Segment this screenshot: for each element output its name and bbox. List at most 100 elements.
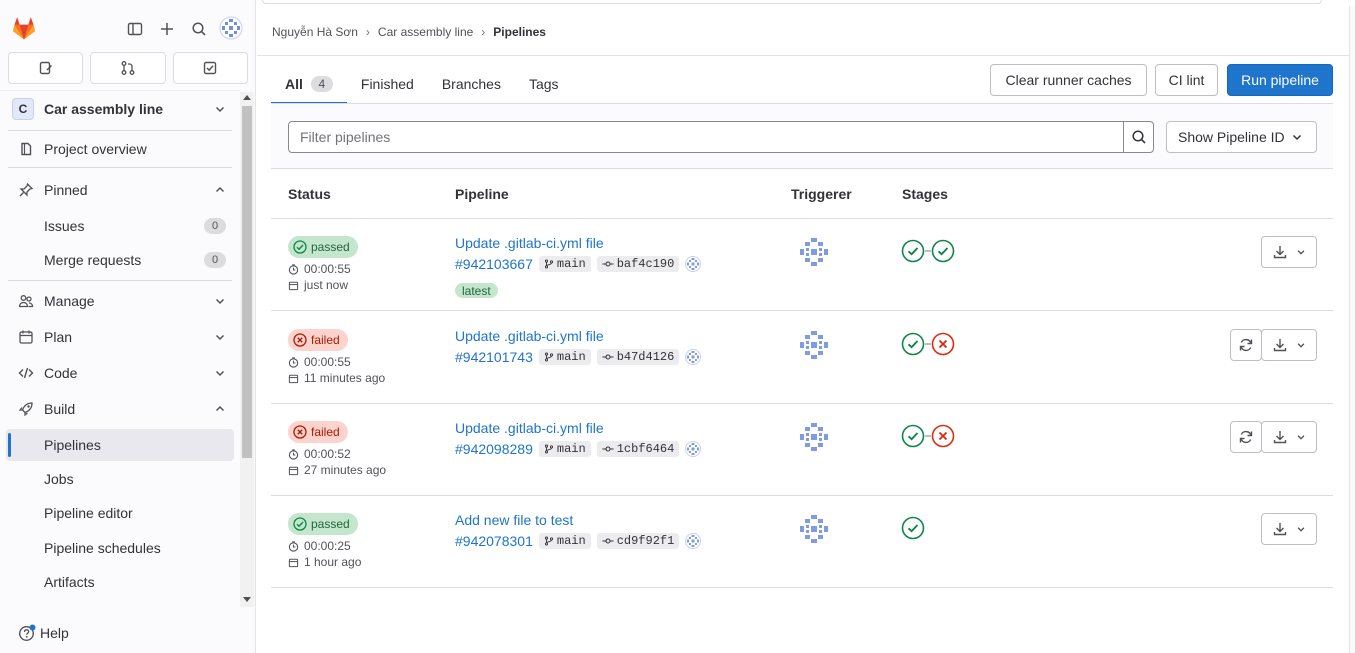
calendar-icon	[288, 374, 299, 383]
stage-success-icon[interactable]	[901, 332, 925, 356]
sidebar-item-label: Plan	[44, 329, 73, 345]
breadcrumb-current[interactable]: Pipelines	[493, 25, 546, 39]
show-pipeline-id-dropdown[interactable]: Show Pipeline ID	[1166, 121, 1317, 153]
status-label: passed	[311, 517, 350, 531]
commit-ref[interactable]: 1cbf6464	[596, 441, 680, 457]
sidebar-item-pipeline-schedules[interactable]: Pipeline schedules	[6, 532, 234, 564]
pipeline-id-link[interactable]: #942078301	[455, 533, 533, 549]
chevron-down-icon	[1297, 250, 1305, 255]
scroll-up-arrow-icon[interactable]	[243, 95, 251, 100]
breadcrumb-user[interactable]: Nguyễn Hà Sơn	[272, 25, 358, 39]
stage-success-icon[interactable]	[901, 424, 925, 448]
page-scrollbar[interactable]	[1349, 6, 1355, 653]
sidebar-item-artifacts[interactable]: Artifacts	[6, 566, 234, 598]
assigned-issues-button[interactable]	[8, 52, 84, 84]
sidebar-item-issues[interactable]: Issues 0	[6, 210, 234, 242]
download-artifacts-dropdown[interactable]	[1261, 513, 1317, 545]
download-icon	[1273, 246, 1287, 259]
committer-avatar[interactable]	[685, 441, 702, 457]
commit-title-link[interactable]: Update .gitlab-ci.yml file	[455, 235, 604, 251]
todo-button[interactable]	[172, 52, 248, 84]
commit-ref[interactable]: cd9f92f1	[596, 533, 680, 549]
commit-ref[interactable]: b47d4126	[596, 349, 680, 365]
download-artifacts-dropdown[interactable]	[1261, 236, 1317, 268]
scrollbar-thumb[interactable]	[242, 106, 252, 458]
commit-title-link[interactable]: Update .gitlab-ci.yml file	[455, 420, 604, 436]
merge-request-icon	[121, 61, 135, 75]
triggerer-avatar[interactable]	[798, 513, 830, 545]
tab-finished[interactable]: Finished	[347, 64, 428, 104]
pipeline-id-link[interactable]: #942103667	[455, 256, 533, 272]
merge-requests-button[interactable]	[90, 52, 166, 84]
sidebar-item-jobs[interactable]: Jobs	[6, 463, 234, 495]
committer-avatar[interactable]	[685, 256, 702, 272]
stage-failed-icon[interactable]	[931, 424, 955, 448]
tab-all[interactable]: All 4	[271, 64, 347, 104]
status-badge[interactable]: passed	[288, 513, 358, 535]
user-avatar[interactable]	[219, 16, 243, 40]
branch-ref[interactable]: main	[538, 349, 591, 365]
sidebar-item-pinned[interactable]: Pinned	[6, 174, 234, 206]
retry-icon	[1239, 338, 1253, 352]
sidebar-item-plan[interactable]: Plan	[6, 321, 234, 353]
todo-icon	[204, 61, 217, 75]
triggerer-avatar[interactable]	[798, 329, 830, 361]
tab-tags[interactable]: Tags	[515, 64, 573, 104]
retry-icon	[1239, 430, 1253, 444]
pipeline-id-link[interactable]: #942098289	[455, 441, 533, 457]
committer-avatar[interactable]	[685, 349, 702, 365]
tab-branches[interactable]: Branches	[428, 64, 515, 104]
sidebar-item-merge-requests[interactable]: Merge requests 0	[6, 244, 234, 276]
stage-failed-icon[interactable]	[931, 332, 955, 356]
commit-title-link[interactable]: Add new file to test	[455, 512, 573, 528]
sidebar-item-project-overview[interactable]: Project overview	[6, 133, 234, 165]
gitlab-logo-icon[interactable]	[10, 14, 38, 42]
committer-avatar[interactable]	[685, 533, 702, 549]
sidebar-item-pipelines[interactable]: Pipelines	[6, 429, 234, 461]
sidebar-toggle-icon[interactable]	[122, 16, 148, 42]
project-switcher[interactable]: C Car assembly line	[6, 94, 234, 124]
plus-icon[interactable]	[154, 16, 180, 42]
timer-icon	[288, 356, 299, 368]
chevron-down-icon	[1292, 134, 1301, 141]
sidebar-scrollbar[interactable]	[240, 92, 254, 607]
status-badge[interactable]: failed	[288, 421, 348, 443]
pipeline-id-link[interactable]: #942101743	[455, 349, 533, 365]
branch-ref[interactable]: main	[538, 441, 591, 457]
clear-runner-caches-button[interactable]: Clear runner caches	[990, 64, 1147, 96]
filter-search-button[interactable]	[1123, 121, 1154, 153]
triggerer-avatar[interactable]	[798, 421, 830, 453]
branch-ref[interactable]: main	[538, 533, 591, 549]
filter-pipelines-input[interactable]: Filter pipelines	[288, 121, 1124, 153]
breadcrumb-separator-icon: ›	[365, 25, 370, 39]
duration-value: 00:00:25	[304, 539, 351, 553]
retry-pipeline-button[interactable]	[1230, 329, 1262, 361]
download-artifacts-dropdown[interactable]	[1261, 421, 1317, 453]
stage-success-icon[interactable]	[901, 516, 925, 540]
pipelines-table-header: Status Pipeline Triggerer Stages	[271, 170, 1333, 219]
stage-success-icon[interactable]	[931, 239, 955, 263]
commit-title-link[interactable]: Update .gitlab-ci.yml file	[455, 328, 604, 344]
commit-ref[interactable]: baf4c190	[596, 256, 680, 272]
stage-success-icon[interactable]	[901, 239, 925, 263]
retry-pipeline-button[interactable]	[1230, 421, 1262, 453]
column-status: Status	[288, 186, 331, 202]
status-badge[interactable]: failed	[288, 329, 348, 351]
scroll-down-arrow-icon[interactable]	[243, 597, 251, 602]
search-icon[interactable]	[186, 16, 212, 42]
branch-name: main	[556, 534, 586, 548]
ci-lint-button[interactable]: CI lint	[1155, 64, 1218, 96]
sidebar-item-build[interactable]: Build	[6, 393, 234, 425]
branch-icon	[544, 352, 553, 362]
sidebar-item-code[interactable]: Code	[6, 357, 234, 389]
help-button[interactable]: Help	[18, 622, 69, 644]
run-pipeline-button[interactable]: Run pipeline	[1227, 64, 1333, 96]
sidebar-item-manage[interactable]: Manage	[6, 285, 234, 317]
breadcrumb-project[interactable]: Car assembly line	[378, 25, 473, 39]
download-artifacts-dropdown[interactable]	[1261, 329, 1317, 361]
status-badge[interactable]: passed	[288, 236, 358, 258]
triggerer-avatar[interactable]	[798, 236, 830, 268]
sidebar-item-pipeline-editor[interactable]: Pipeline editor	[6, 497, 234, 529]
branch-ref[interactable]: main	[538, 256, 591, 272]
code-icon	[16, 365, 36, 381]
